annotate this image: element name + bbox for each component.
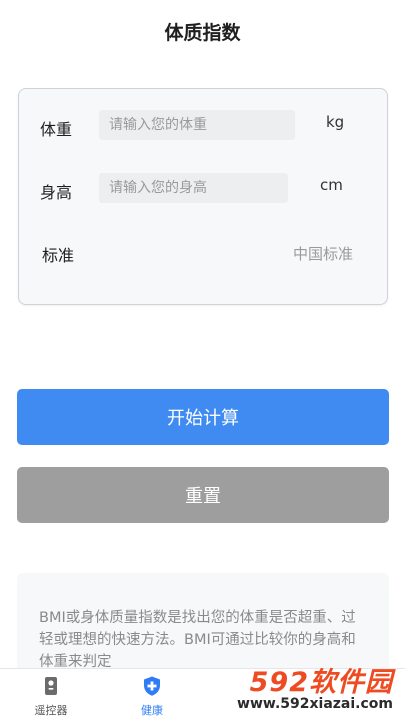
start-calculation-button[interactable]: 开始计算 <box>17 389 389 445</box>
reset-button[interactable]: 重置 <box>17 467 389 523</box>
tab-health-label: 健康 <box>141 704 163 717</box>
tab-health[interactable]: 健康 <box>117 669 187 720</box>
height-unit: cm <box>320 176 343 194</box>
weight-input[interactable] <box>99 110 295 140</box>
bmi-page: 体质指数 体重 kg 身高 cm 标准 中国标准 开始计算 重置 BMI或身体质… <box>0 0 405 720</box>
tab-remote[interactable]: 遥控器 <box>16 669 86 720</box>
weight-unit: kg <box>326 113 345 131</box>
weight-label: 体重 <box>40 120 73 139</box>
height-label: 身高 <box>40 183 73 202</box>
standard-select[interactable]: 中国标准 <box>293 243 353 264</box>
standard-label: 标准 <box>42 246 75 265</box>
remote-icon <box>45 677 57 695</box>
bottom-tab-bar: 遥控器 健康 <box>0 668 405 720</box>
tab-remote-label: 遥控器 <box>34 704 68 717</box>
bmi-form-card: 体重 kg 身高 cm 标准 中国标准 <box>18 88 388 305</box>
health-shield-icon <box>144 676 160 696</box>
bmi-description: BMI或身体质量指数是找出您的体重是否超重、过轻或理想的快速方法。BMI可通过比… <box>17 573 389 683</box>
page-title: 体质指数 <box>164 22 241 44</box>
height-input[interactable] <box>99 173 288 203</box>
bmi-description-text: BMI或身体质量指数是找出您的体重是否超重、过轻或理想的快速方法。BMI可通过比… <box>39 610 356 670</box>
